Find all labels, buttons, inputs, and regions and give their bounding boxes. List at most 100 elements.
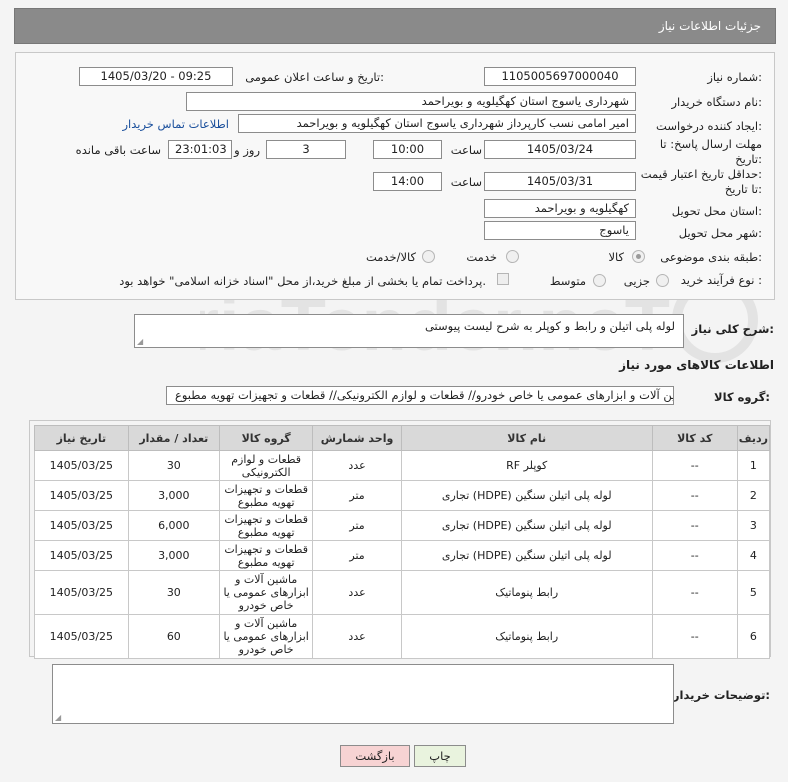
days-label: روز و bbox=[234, 143, 260, 157]
cell-group: ماشین آلات و ابزارهای عمومی یا خاص خودرو bbox=[218, 570, 314, 615]
cell-name: رابط پنوماتیک bbox=[400, 570, 653, 615]
buyer-notes-label: توضیحات خریدار: bbox=[672, 688, 770, 702]
price-validity-date-field: 1405/03/31 bbox=[484, 172, 636, 191]
cell-date: 1405/03/25 bbox=[34, 450, 129, 481]
cell-date: 1405/03/25 bbox=[34, 614, 129, 659]
cell-code: -- bbox=[651, 510, 738, 541]
cell-row-number: 5 bbox=[736, 570, 771, 615]
table-row: 3 -- لوله پلی اتیلن سنگین (HDPE) تجاری م… bbox=[34, 510, 771, 541]
cell-row-number: 1 bbox=[736, 450, 771, 481]
cell-date: 1405/03/25 bbox=[34, 510, 129, 541]
deadline-label: مهلت ارسال پاسخ: تا تاریخ: bbox=[659, 137, 762, 166]
creator-field: امیر امامی نسب کارپرداز شهرداری یاسوج اس… bbox=[238, 114, 636, 133]
cell-group: ماشین آلات و ابزارهای عمومی یا خاص خودرو bbox=[218, 614, 314, 659]
deadline-time-label: ساعت bbox=[450, 143, 482, 157]
category-option-goods: کالا bbox=[608, 250, 624, 264]
cell-unit: عدد bbox=[312, 570, 402, 615]
cell-unit: عدد bbox=[312, 450, 402, 481]
buyer-contact-link[interactable]: اطلاعات تماس خریدار bbox=[122, 117, 229, 131]
goods-table: ردیف کد کالا نام کالا واحد شمارش گروه کا… bbox=[34, 425, 771, 659]
cell-quantity: 6,000 bbox=[127, 510, 220, 541]
cell-unit: عدد bbox=[312, 614, 402, 659]
process-option-minor: جزیی bbox=[623, 274, 650, 288]
column-header-date: تاریخ نیاز bbox=[34, 425, 129, 451]
cell-unit: متر bbox=[312, 480, 402, 511]
page-header: جزئیات اطلاعات نیاز bbox=[14, 8, 776, 44]
creator-label: ایجاد کننده درخواست: bbox=[656, 119, 762, 133]
cell-name: رابط پنوماتیک bbox=[400, 614, 653, 659]
cell-code: -- bbox=[651, 540, 738, 571]
city-field: یاسوج bbox=[484, 221, 636, 240]
back-button[interactable]: بازگشت bbox=[340, 745, 410, 767]
column-header-row: ردیف bbox=[736, 425, 771, 451]
cell-row-number: 6 bbox=[736, 614, 771, 659]
category-radio-goods-service[interactable] bbox=[422, 250, 435, 263]
cell-group: قطعات و تجهیزات تهویه مطبوع bbox=[218, 510, 314, 541]
announce-field: 1405/03/20 - 09:25 bbox=[79, 67, 233, 86]
goods-table-container: ردیف کد کالا نام کالا واحد شمارش گروه کا… bbox=[29, 420, 771, 659]
page-title: جزئیات اطلاعات نیاز bbox=[658, 19, 761, 33]
goods-group-label: گروه کالا: bbox=[714, 390, 770, 404]
time-remaining-field: 23:01:03 bbox=[168, 140, 232, 159]
description-label: شرح کلی نیاز: bbox=[691, 322, 774, 336]
province-field: کهگیلویه و بویراحمد bbox=[484, 199, 636, 218]
cell-unit: متر bbox=[312, 540, 402, 571]
cell-code: -- bbox=[651, 480, 738, 511]
category-radio-service[interactable] bbox=[506, 250, 519, 263]
cell-code: -- bbox=[651, 614, 738, 659]
buyer-notes-field: ◢ bbox=[52, 664, 674, 724]
cell-unit: متر bbox=[312, 510, 402, 541]
table-header-row: ردیف کد کالا نام کالا واحد شمارش گروه کا… bbox=[34, 425, 771, 451]
print-button[interactable]: چاپ bbox=[414, 745, 466, 767]
process-option-medium: متوسط bbox=[549, 274, 586, 288]
process-radio-medium[interactable] bbox=[593, 274, 606, 287]
cell-code: -- bbox=[651, 450, 738, 481]
process-radio-minor[interactable] bbox=[656, 274, 669, 287]
time-remaining-label: ساعت باقی مانده bbox=[75, 143, 161, 157]
description-text: لوله پلی اتیلن و رابط و کوپلر به شرح لیس… bbox=[424, 319, 675, 333]
cell-row-number: 3 bbox=[736, 510, 771, 541]
resize-grip-icon[interactable]: ◢ bbox=[55, 713, 61, 722]
cell-group: قطعات و لوازم الکترونیکی bbox=[218, 450, 314, 481]
category-option-goods-service: کالا/خدمت bbox=[365, 250, 416, 264]
category-label: طبقه بندی موضوعی: bbox=[660, 250, 762, 264]
days-remaining-field: 3 bbox=[266, 140, 346, 159]
cell-quantity: 60 bbox=[127, 614, 220, 659]
goods-section-title: اطلاعات کالاهای مورد نیاز bbox=[619, 358, 774, 372]
column-header-code: کد کالا bbox=[651, 425, 738, 451]
price-validity-label: حداقل تاریخ اعتبار قیمت: تا تاریخ: bbox=[640, 167, 762, 196]
deadline-time-field: 10:00 bbox=[373, 140, 442, 159]
cell-code: -- bbox=[651, 570, 738, 615]
price-validity-time-field: 14:00 bbox=[373, 172, 442, 191]
cell-quantity: 30 bbox=[127, 450, 220, 481]
buyer-org-label: نام دستگاه خریدار: bbox=[671, 95, 762, 109]
table-row: 6 -- رابط پنوماتیک عدد ماشین آلات و ابزا… bbox=[34, 614, 771, 659]
need-info-panel: شماره نیاز: 1105005697000040 تاریخ و ساع… bbox=[15, 52, 775, 300]
cell-date: 1405/03/25 bbox=[34, 480, 129, 511]
cell-name: لوله پلی اتیلن سنگین (HDPE) تجاری bbox=[400, 540, 653, 571]
table-row: 4 -- لوله پلی اتیلن سنگین (HDPE) تجاری م… bbox=[34, 540, 771, 571]
treasury-payment-checkbox[interactable] bbox=[497, 273, 509, 285]
cell-quantity: 3,000 bbox=[127, 540, 220, 571]
cell-quantity: 30 bbox=[127, 570, 220, 615]
resize-grip-icon[interactable]: ◢ bbox=[137, 337, 143, 346]
category-option-service: خدمت bbox=[466, 250, 497, 264]
cell-date: 1405/03/25 bbox=[34, 570, 129, 615]
cell-row-number: 4 bbox=[736, 540, 771, 571]
table-row: 1 -- کوپلر RF عدد قطعات و لوازم الکترونی… bbox=[34, 450, 771, 481]
cell-row-number: 2 bbox=[736, 480, 771, 511]
province-label: استان محل تحویل: bbox=[671, 204, 762, 218]
cell-name: لوله پلی اتیلن سنگین (HDPE) تجاری bbox=[400, 480, 653, 511]
cell-quantity: 3,000 bbox=[127, 480, 220, 511]
column-header-unit: واحد شمارش bbox=[312, 425, 402, 451]
price-validity-time-label: ساعت bbox=[450, 175, 482, 189]
category-radio-goods[interactable] bbox=[632, 250, 645, 263]
cell-name: لوله پلی اتیلن سنگین (HDPE) تجاری bbox=[400, 510, 653, 541]
deadline-date-field: 1405/03/24 bbox=[484, 140, 636, 159]
city-label: شهر محل تحویل: bbox=[678, 226, 762, 240]
need-number-label: شماره نیاز: bbox=[707, 70, 762, 84]
cell-date: 1405/03/25 bbox=[34, 540, 129, 571]
column-header-group: گروه کالا bbox=[218, 425, 314, 451]
need-number-field: 1105005697000040 bbox=[484, 67, 636, 86]
buyer-org-field: شهرداری یاسوج استان کهگیلویه و بویراحمد bbox=[186, 92, 636, 111]
